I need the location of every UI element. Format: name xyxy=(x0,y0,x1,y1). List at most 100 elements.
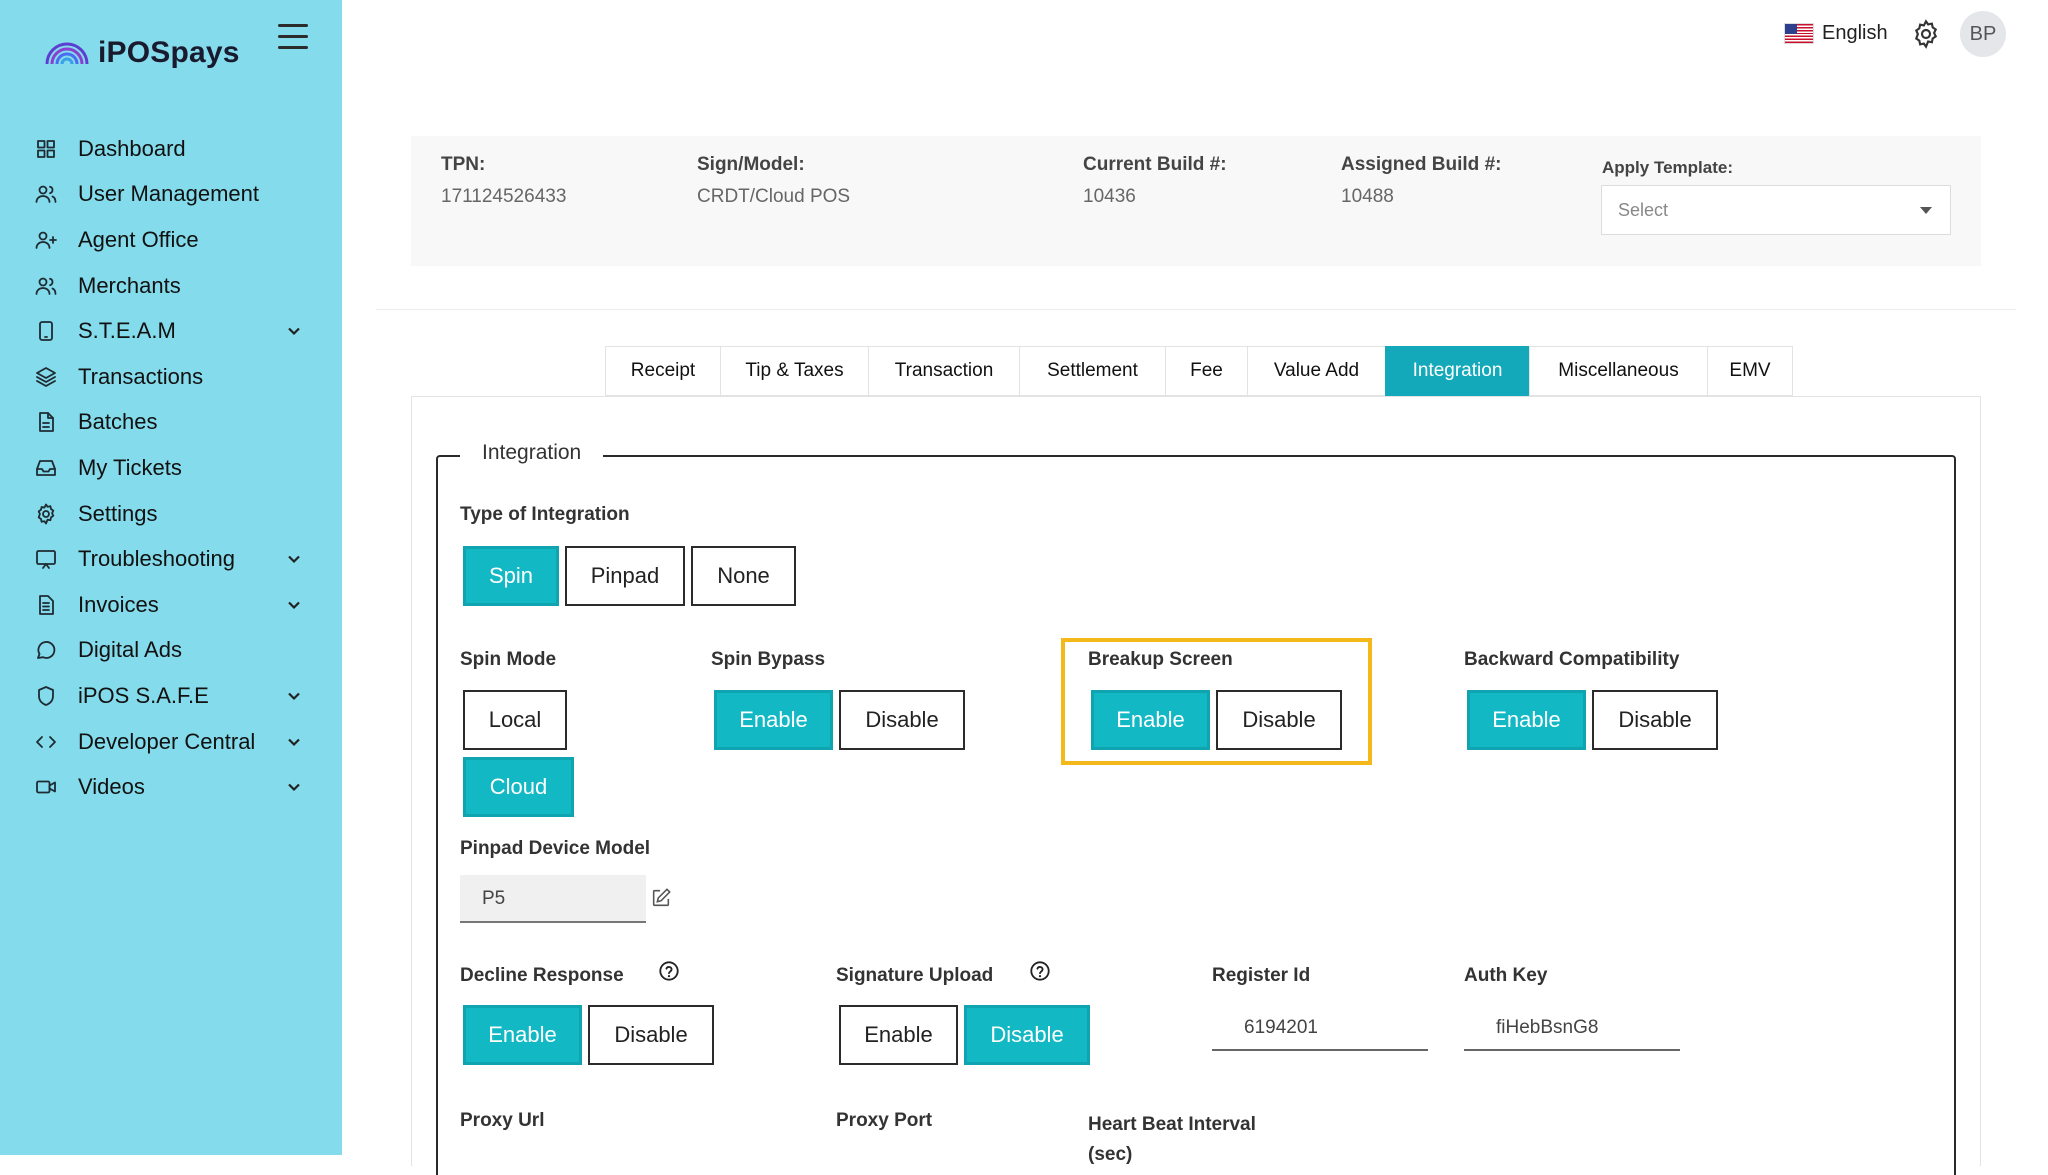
signature-upload-enable-button[interactable]: Enable xyxy=(839,1005,958,1065)
assigned-build-block: Assigned Build #: 10488 xyxy=(1341,154,1501,208)
edit-icon[interactable] xyxy=(650,887,672,909)
caret-down-icon xyxy=(1920,207,1932,214)
chevron-down-icon[interactable] xyxy=(287,735,301,749)
auth-key-value: fiHebBsnG8 xyxy=(1496,1017,1599,1038)
integration-pinpad-button[interactable]: Pinpad xyxy=(565,546,685,606)
assigned-build-value: 10488 xyxy=(1341,186,1394,207)
tab-value-add[interactable]: Value Add xyxy=(1247,346,1386,396)
help-circle-icon[interactable] xyxy=(1029,960,1051,982)
layers-icon xyxy=(36,366,56,387)
sidebar-item-steam[interactable]: S.T.E.A.M xyxy=(0,308,342,354)
integration-spin-button[interactable]: Spin xyxy=(463,546,559,606)
app-name: iPOSpays xyxy=(98,36,240,69)
decline-response-enable-button[interactable]: Enable xyxy=(463,1005,582,1065)
decline-response-disable-button[interactable]: Disable xyxy=(588,1005,714,1065)
tab-settlement[interactable]: Settlement xyxy=(1019,346,1166,396)
sidebar-item-developer-central[interactable]: Developer Central xyxy=(0,719,342,765)
register-id-input[interactable]: 6194201 xyxy=(1212,1007,1428,1051)
sidebar-item-label: Videos xyxy=(78,774,145,800)
chevron-down-icon[interactable] xyxy=(287,324,301,338)
sidebar-item-label: User Management xyxy=(78,181,259,207)
sidebar-item-digital-ads[interactable]: Digital Ads xyxy=(0,628,342,674)
sidebar-item-label: Troubleshooting xyxy=(78,546,235,572)
signature-upload-disable-button[interactable]: Disable xyxy=(964,1005,1090,1065)
user-plus-icon xyxy=(35,231,57,249)
current-build-label: Current Build #: xyxy=(1083,154,1227,175)
rainbow-logo-icon xyxy=(45,42,89,65)
tab-tip-taxes[interactable]: Tip & Taxes xyxy=(720,346,869,396)
spin-mode-local-button[interactable]: Local xyxy=(463,690,567,750)
sidebar-item-settings[interactable]: Settings xyxy=(0,491,342,537)
apply-template-placeholder: Select xyxy=(1618,200,1669,220)
chevron-down-icon[interactable] xyxy=(287,598,301,612)
chevron-down-icon[interactable] xyxy=(287,552,301,566)
spin-mode-label: Spin Mode xyxy=(460,649,557,670)
tab-transaction[interactable]: Transaction xyxy=(868,346,1020,396)
integration-none-button[interactable]: None xyxy=(691,546,796,606)
sidebar-item-troubleshooting[interactable]: Troubleshooting xyxy=(0,536,342,582)
sidebar-item-label: Invoices xyxy=(78,591,159,617)
sidebar-item-label: iPOS S.A.F.E xyxy=(78,682,209,708)
logo[interactable]: iPOSpays xyxy=(44,36,240,70)
language-selector[interactable]: English xyxy=(1784,22,1888,45)
menu-toggle-icon[interactable] xyxy=(278,24,308,50)
divider xyxy=(376,309,2016,310)
sidebar-item-videos[interactable]: Videos xyxy=(0,764,342,810)
breakup-screen-enable-button[interactable]: Enable xyxy=(1091,690,1210,750)
pinpad-device-model-label: Pinpad Device Model xyxy=(460,838,651,859)
dashboard-icon xyxy=(37,139,55,158)
tab-integration[interactable]: Integration xyxy=(1385,346,1530,396)
chevron-down-icon[interactable] xyxy=(287,689,301,703)
language-label: English xyxy=(1822,22,1888,44)
tab-receipt[interactable]: Receipt xyxy=(605,346,721,396)
apply-template-label: Apply Template: xyxy=(1602,158,1733,177)
sidebar-item-label: Settings xyxy=(78,500,158,526)
sidebar-item-user-management[interactable]: User Management xyxy=(0,172,342,218)
sidebar-item-my-tickets[interactable]: My Tickets xyxy=(0,445,342,491)
us-flag-icon xyxy=(1784,23,1814,44)
sidebar-item-label: Dashboard xyxy=(78,135,186,161)
backward-compatibility-label: Backward Compatibility xyxy=(1464,649,1680,670)
sidebar-item-label: My Tickets xyxy=(78,454,182,480)
integration-legend: Integration xyxy=(460,441,604,465)
spin-bypass-disable-button[interactable]: Disable xyxy=(839,690,965,750)
auth-key-label: Auth Key xyxy=(1464,965,1548,986)
sidebar-nav: Dashboard User Management Agent Office M… xyxy=(0,126,342,810)
tab-emv[interactable]: EMV xyxy=(1707,346,1793,396)
current-build-value: 10436 xyxy=(1083,186,1136,207)
device-icon xyxy=(39,321,53,342)
breakup-screen-disable-button[interactable]: Disable xyxy=(1216,690,1342,750)
code-icon xyxy=(36,735,56,748)
sidebar-item-agent-office[interactable]: Agent Office xyxy=(0,217,342,263)
sidebar-item-dashboard[interactable]: Dashboard xyxy=(0,126,342,172)
users-icon xyxy=(35,185,57,204)
auth-key-input[interactable]: fiHebBsnG8 xyxy=(1464,1007,1680,1051)
proxy-url-label: Proxy Url xyxy=(460,1110,545,1131)
backward-compatibility-enable-button[interactable]: Enable xyxy=(1467,690,1586,750)
type-of-integration-label: Type of Integration xyxy=(460,504,630,525)
spin-bypass-enable-button[interactable]: Enable xyxy=(714,690,833,750)
tab-miscellaneous[interactable]: Miscellaneous xyxy=(1529,346,1708,396)
signature-upload-label: Signature Upload xyxy=(836,965,994,986)
model-value: CRDT/Cloud POS xyxy=(697,186,851,207)
apply-template-select[interactable]: Select xyxy=(1601,185,1951,235)
backward-compatibility-disable-button[interactable]: Disable xyxy=(1592,690,1718,750)
spin-mode-cloud-button[interactable]: Cloud xyxy=(463,757,574,817)
help-circle-icon[interactable] xyxy=(658,960,680,982)
pinpad-device-model-input[interactable]: P5 xyxy=(460,875,646,923)
register-id-value: 6194201 xyxy=(1244,1017,1318,1038)
chevron-down-icon[interactable] xyxy=(287,780,301,794)
sidebar-item-merchants[interactable]: Merchants xyxy=(0,263,342,309)
chat-icon xyxy=(37,641,56,660)
sidebar-item-invoices[interactable]: Invoices xyxy=(0,582,342,628)
sidebar-item-ipos-safe[interactable]: iPOS S.A.F.E xyxy=(0,673,342,719)
tab-fee[interactable]: Fee xyxy=(1165,346,1248,396)
settings-gear-icon[interactable] xyxy=(1910,18,1942,50)
sidebar-item-batches[interactable]: Batches xyxy=(0,400,342,446)
model-label: Sign/Model: xyxy=(697,154,805,175)
sidebar-item-label: Digital Ads xyxy=(78,637,182,663)
register-id-label: Register Id xyxy=(1212,965,1311,986)
avatar[interactable]: BP xyxy=(1960,11,2006,57)
spin-bypass-label: Spin Bypass xyxy=(711,649,826,670)
sidebar-item-transactions[interactable]: Transactions xyxy=(0,354,342,400)
